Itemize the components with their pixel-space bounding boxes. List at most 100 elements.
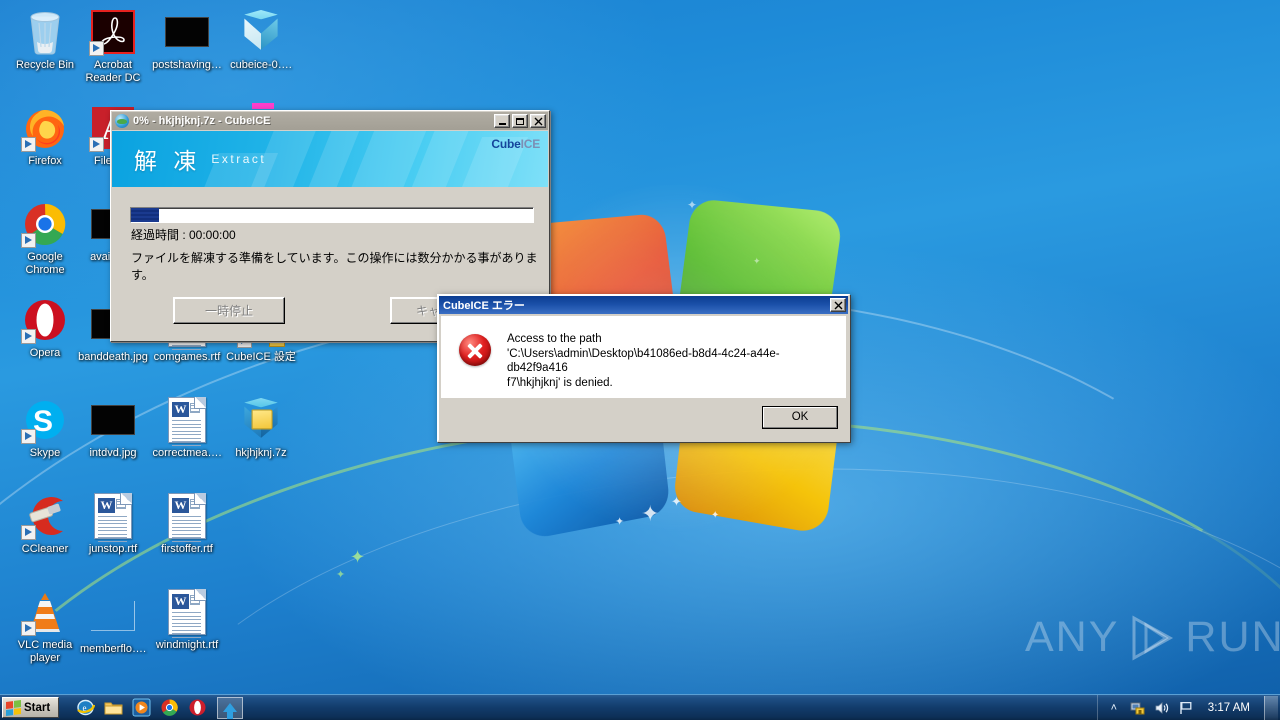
rtf-doc-icon: W — [163, 396, 211, 444]
window-titlebar[interactable]: 0% - hkjhjknj.7z - CubeICE — [112, 112, 548, 130]
desktop[interactable]: ✦ ✦ ✦ ✦ ✦ ✦ ✦ ✦ ANY RUN Recycle Bin — [0, 0, 1280, 720]
watermark-left-text: ANY — [1025, 613, 1119, 662]
acrobat-icon — [89, 8, 137, 56]
desktop-icon[interactable]: cubeice-0…. — [224, 8, 298, 72]
partially-hidden-icon-thumb — [252, 103, 274, 109]
desktop-icon[interactable]: S Skype — [8, 396, 82, 460]
desktop-icon-label: junstop.rtf — [89, 543, 137, 556]
cubeice-error-dialog[interactable]: CubeICE エラー Access to the path 'C:\Users… — [437, 294, 850, 442]
rtf-doc-icon: W — [163, 588, 211, 636]
cube-icon — [237, 8, 285, 56]
desktop-icon[interactable]: Acrobat Reader DC — [76, 8, 150, 84]
desktop-icon[interactable]: postshaving… — [150, 8, 224, 72]
rtf-doc-icon: W — [89, 492, 137, 540]
pause-button[interactable]: 一時停止 — [173, 297, 285, 324]
desktop-icon[interactable]: W junstop.rtf — [76, 492, 150, 556]
desktop-icon-label: windmight.rtf — [156, 639, 218, 652]
volume-icon[interactable] — [1154, 701, 1170, 715]
window-title: 0% - hkjhjknj.7z - CubeICE — [133, 115, 494, 127]
desktop-icon-label: CubeICE 設定 — [226, 351, 296, 364]
maximize-button[interactable] — [512, 114, 528, 128]
desktop-icon[interactable]: VLC media player — [8, 588, 82, 664]
shortcut-arrow-icon — [21, 429, 36, 444]
anyrun-watermark: ANY RUN — [1025, 613, 1280, 662]
internet-explorer-icon[interactable]: e — [76, 698, 95, 717]
recycle-bin-icon — [21, 8, 69, 56]
error-dialog-titlebar[interactable]: CubeICE エラー — [439, 296, 848, 314]
chrome-icon[interactable] — [160, 698, 179, 717]
desktop-icon[interactable]: intdvd.jpg — [76, 396, 150, 460]
desktop-icon-label: banddeath.jpg — [78, 351, 148, 364]
desktop-icon[interactable]: Recycle Bin — [8, 8, 82, 72]
banner-heading-jp: 解 凍 — [134, 142, 201, 176]
error-dialog-footer: OK — [441, 396, 846, 438]
media-player-icon[interactable] — [132, 698, 151, 717]
desktop-icon[interactable]: W firstoffer.rtf — [150, 492, 224, 556]
desktop-icon[interactable]: CCleaner — [8, 492, 82, 556]
opera-icon — [21, 296, 69, 344]
desktop-icon[interactable]: hkjhjknj.7z — [224, 396, 298, 460]
shortcut-arrow-icon — [21, 525, 36, 540]
taskbar-task-cubeice[interactable] — [217, 697, 243, 719]
chrome-icon — [21, 200, 69, 248]
ok-button[interactable]: OK — [762, 406, 838, 429]
svg-text:e: e — [83, 703, 87, 713]
error-dialog-title: CubeICE エラー — [443, 297, 830, 313]
cubeice-app-icon — [115, 114, 129, 128]
cubeice-logo-part1: Cube — [491, 137, 520, 151]
cubeice-logo: CubeICE — [491, 137, 540, 151]
windows-flag-icon — [6, 699, 21, 715]
desktop-icon[interactable]: W windmight.rtf — [150, 588, 224, 652]
desktop-icon[interactable]: Firefox — [8, 104, 82, 168]
action-center-flag-icon[interactable] — [1178, 701, 1194, 715]
elapsed-time-label: 経過時間 : 00:00:00 — [131, 226, 236, 243]
cubeice-logo-part2: ICE — [521, 137, 540, 151]
extract-progress-bar — [130, 207, 534, 223]
blue-up-arrow-icon — [223, 703, 237, 712]
show-hidden-icons-button[interactable]: ˄ — [1106, 701, 1122, 715]
status-text: ファイルを解凍する準備をしています。この操作には数分かかる事があります。 — [131, 249, 548, 283]
shortcut-arrow-icon — [21, 137, 36, 152]
desktop-icon-label: memberflo…. — [80, 643, 146, 656]
desktop-icon-label: Opera — [30, 347, 61, 360]
play-bracket-icon — [1126, 615, 1178, 661]
shortcut-arrow-icon — [89, 41, 104, 56]
desktop-icon[interactable]: memberflo…. — [76, 592, 150, 656]
svg-text:S: S — [33, 405, 53, 438]
desktop-icon[interactable]: W correctmea…. — [150, 396, 224, 460]
clock[interactable]: 3:17 AM — [1202, 702, 1256, 714]
system-tray[interactable]: ˄ 3:17 AM — [1097, 695, 1280, 721]
start-button[interactable]: Start — [2, 697, 59, 718]
desktop-icon-label: Recycle Bin — [16, 59, 74, 72]
error-dialog-content: Access to the path 'C:\Users\admin\Deskt… — [441, 316, 846, 398]
desktop-icon-label: Acrobat Reader DC — [76, 59, 150, 84]
windows-explorer-icon[interactable] — [104, 698, 123, 717]
start-button-label: Start — [24, 702, 50, 714]
desktop-icon-label: cubeice-0…. — [230, 59, 292, 72]
ccleaner-icon — [21, 492, 69, 540]
blank-thumb-icon — [89, 592, 137, 640]
opera-icon[interactable] — [188, 698, 207, 717]
error-dialog-close-button[interactable] — [830, 298, 846, 312]
desktop-icon[interactable]: Opera — [8, 296, 82, 360]
desktop-icon-label: hkjhjknj.7z — [235, 447, 286, 460]
network-icon[interactable] — [1130, 701, 1146, 715]
desktop-icon-label: correctmea…. — [152, 447, 221, 460]
desktop-icon[interactable]: Google Chrome — [8, 200, 82, 276]
quick-launch-bar[interactable]: e — [76, 698, 207, 717]
shortcut-arrow-icon — [21, 329, 36, 344]
desktop-icon-label: Firefox — [28, 155, 62, 168]
desktop-icon-label: intdvd.jpg — [89, 447, 136, 460]
rtf-doc-icon: W — [163, 492, 211, 540]
shortcut-arrow-icon — [21, 621, 36, 636]
error-message-text: Access to the path 'C:\Users\admin\Deskt… — [507, 332, 834, 390]
taskbar[interactable]: Start e — [0, 694, 1280, 720]
banner-heading-en: Extract — [211, 152, 266, 166]
desktop-icon-label: CCleaner — [22, 543, 68, 556]
shortcut-arrow-icon — [21, 233, 36, 248]
close-button[interactable] — [530, 114, 546, 128]
error-cross-icon — [459, 334, 491, 366]
shortcut-arrow-icon — [89, 137, 104, 152]
show-desktop-button[interactable] — [1264, 696, 1278, 720]
minimize-button[interactable] — [494, 114, 510, 128]
